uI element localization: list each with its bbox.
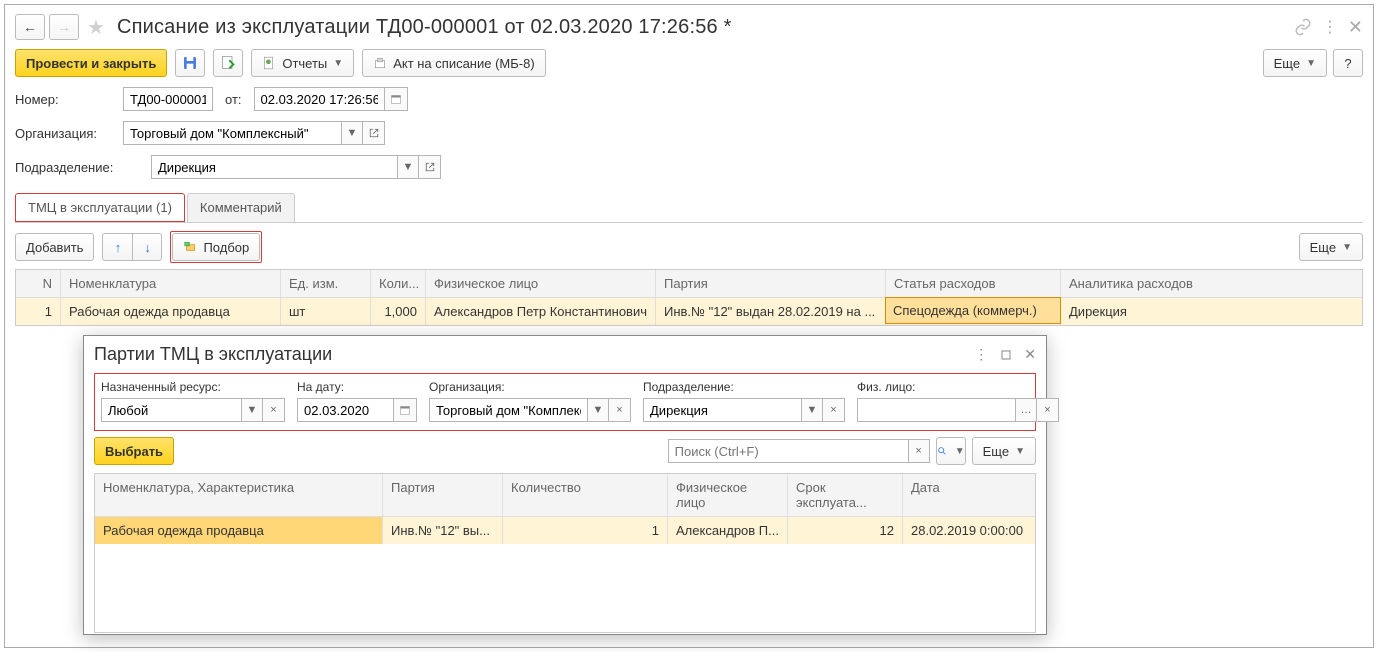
favorite-star-icon[interactable]: ★ bbox=[87, 15, 105, 40]
table-row[interactable]: 1 Рабочая одежда продавца шт 1,000 Алекс… bbox=[16, 298, 1362, 325]
filter-resource-input[interactable] bbox=[101, 398, 241, 422]
act-button[interactable]: Акт на списание (МБ-8) bbox=[362, 49, 545, 77]
dropdown-icon[interactable]: ▼ bbox=[241, 398, 263, 422]
popup-more-button[interactable]: Еще▼ bbox=[972, 437, 1036, 465]
subdiv-input[interactable] bbox=[151, 155, 397, 179]
subdiv-label: Подразделение: bbox=[15, 160, 143, 175]
popup-close-icon[interactable]: ✕ bbox=[1024, 346, 1036, 363]
col-fiz[interactable]: Физическое лицо bbox=[426, 270, 656, 297]
select-icon[interactable]: … bbox=[1015, 398, 1037, 422]
main-table: N Номенклатура Ед. изм. Коли... Физическ… bbox=[15, 269, 1363, 326]
move-up-button[interactable]: ↑ bbox=[102, 233, 132, 261]
popup-filters: Назначенный ресурс: ▼ × На дату: Организ… bbox=[94, 373, 1036, 431]
clear-icon[interactable]: × bbox=[1037, 398, 1059, 422]
popup-window: Партии ТМЦ в эксплуатации ⋮ ✕ Назначенны… bbox=[83, 335, 1047, 635]
pick-button[interactable]: Подбор bbox=[172, 233, 260, 261]
col-nom[interactable]: Номенклатура bbox=[61, 270, 281, 297]
nav-forward-button[interactable]: → bbox=[49, 14, 79, 40]
popup-table: Номенклатура, Характеристика Партия Коли… bbox=[94, 473, 1036, 633]
tab-tmc[interactable]: ТМЦ в эксплуатации (1) bbox=[15, 193, 185, 222]
popup-title: Партии ТМЦ в эксплуатации bbox=[94, 344, 332, 365]
from-label: от: bbox=[225, 92, 242, 107]
page-title: Списание из эксплуатации ТД00-000001 от … bbox=[117, 16, 732, 39]
expense-item-cell: Спецодежда (коммерч.) bbox=[885, 297, 1061, 324]
col-kol[interactable]: Коли... bbox=[371, 270, 426, 297]
calendar-icon[interactable] bbox=[384, 87, 408, 111]
dropdown-icon[interactable]: ▼ bbox=[587, 398, 609, 422]
col-anal[interactable]: Аналитика расходов bbox=[1061, 270, 1362, 297]
nav-back-button[interactable]: ← bbox=[15, 14, 45, 40]
reports-button[interactable]: Отчеты ▼ bbox=[251, 49, 354, 77]
post-button[interactable] bbox=[213, 49, 243, 77]
close-icon[interactable]: ✕ bbox=[1348, 17, 1363, 38]
post-and-close-button[interactable]: Провести и закрыть bbox=[15, 49, 167, 77]
clear-icon[interactable]: × bbox=[823, 398, 845, 422]
filter-date-input[interactable] bbox=[297, 398, 393, 422]
number-label: Номер: bbox=[15, 92, 115, 107]
link-icon[interactable] bbox=[1294, 18, 1312, 36]
help-button[interactable]: ? bbox=[1333, 49, 1363, 77]
popup-maximize-icon[interactable] bbox=[1000, 349, 1012, 361]
dropdown-icon[interactable]: ▼ bbox=[801, 398, 823, 422]
org-input[interactable] bbox=[123, 121, 341, 145]
clear-search-icon[interactable]: × bbox=[908, 439, 930, 463]
clear-icon[interactable]: × bbox=[609, 398, 631, 422]
subdiv-dropdown-icon[interactable]: ▼ bbox=[397, 155, 419, 179]
clear-icon[interactable]: × bbox=[263, 398, 285, 422]
org-label: Организация: bbox=[15, 126, 115, 141]
add-button[interactable]: Добавить bbox=[15, 233, 94, 261]
subdiv-open-icon[interactable] bbox=[419, 155, 441, 179]
number-input[interactable] bbox=[123, 87, 213, 111]
select-button[interactable]: Выбрать bbox=[94, 437, 174, 465]
col-part[interactable]: Партия bbox=[656, 270, 886, 297]
col-n[interactable]: N bbox=[16, 270, 61, 297]
kebab-menu-icon[interactable]: ⋮ bbox=[1322, 17, 1338, 37]
save-button[interactable] bbox=[175, 49, 205, 77]
filter-subdiv-input[interactable] bbox=[643, 398, 801, 422]
popup-kebab-icon[interactable]: ⋮ bbox=[974, 346, 988, 363]
table-row[interactable]: Рабочая одежда продавца Инв.№ "12" вы...… bbox=[95, 517, 1035, 544]
search-input[interactable] bbox=[668, 439, 908, 463]
date-input[interactable] bbox=[254, 87, 384, 111]
calendar-icon[interactable] bbox=[393, 398, 417, 422]
col-ed[interactable]: Ед. изм. bbox=[281, 270, 371, 297]
col-stat[interactable]: Статья расходов bbox=[886, 270, 1061, 297]
search-button[interactable]: ▼ bbox=[936, 437, 966, 465]
table-more-button[interactable]: Еще▼ bbox=[1299, 233, 1363, 261]
org-open-icon[interactable] bbox=[363, 121, 385, 145]
chevron-down-icon: ▼ bbox=[333, 58, 343, 69]
more-button[interactable]: Еще▼ bbox=[1263, 49, 1327, 77]
tab-comment[interactable]: Комментарий bbox=[187, 193, 295, 222]
org-dropdown-icon[interactable]: ▼ bbox=[341, 121, 363, 145]
filter-person-input[interactable] bbox=[857, 398, 1015, 422]
filter-org-input[interactable] bbox=[429, 398, 587, 422]
move-down-button[interactable]: ↓ bbox=[132, 233, 162, 261]
